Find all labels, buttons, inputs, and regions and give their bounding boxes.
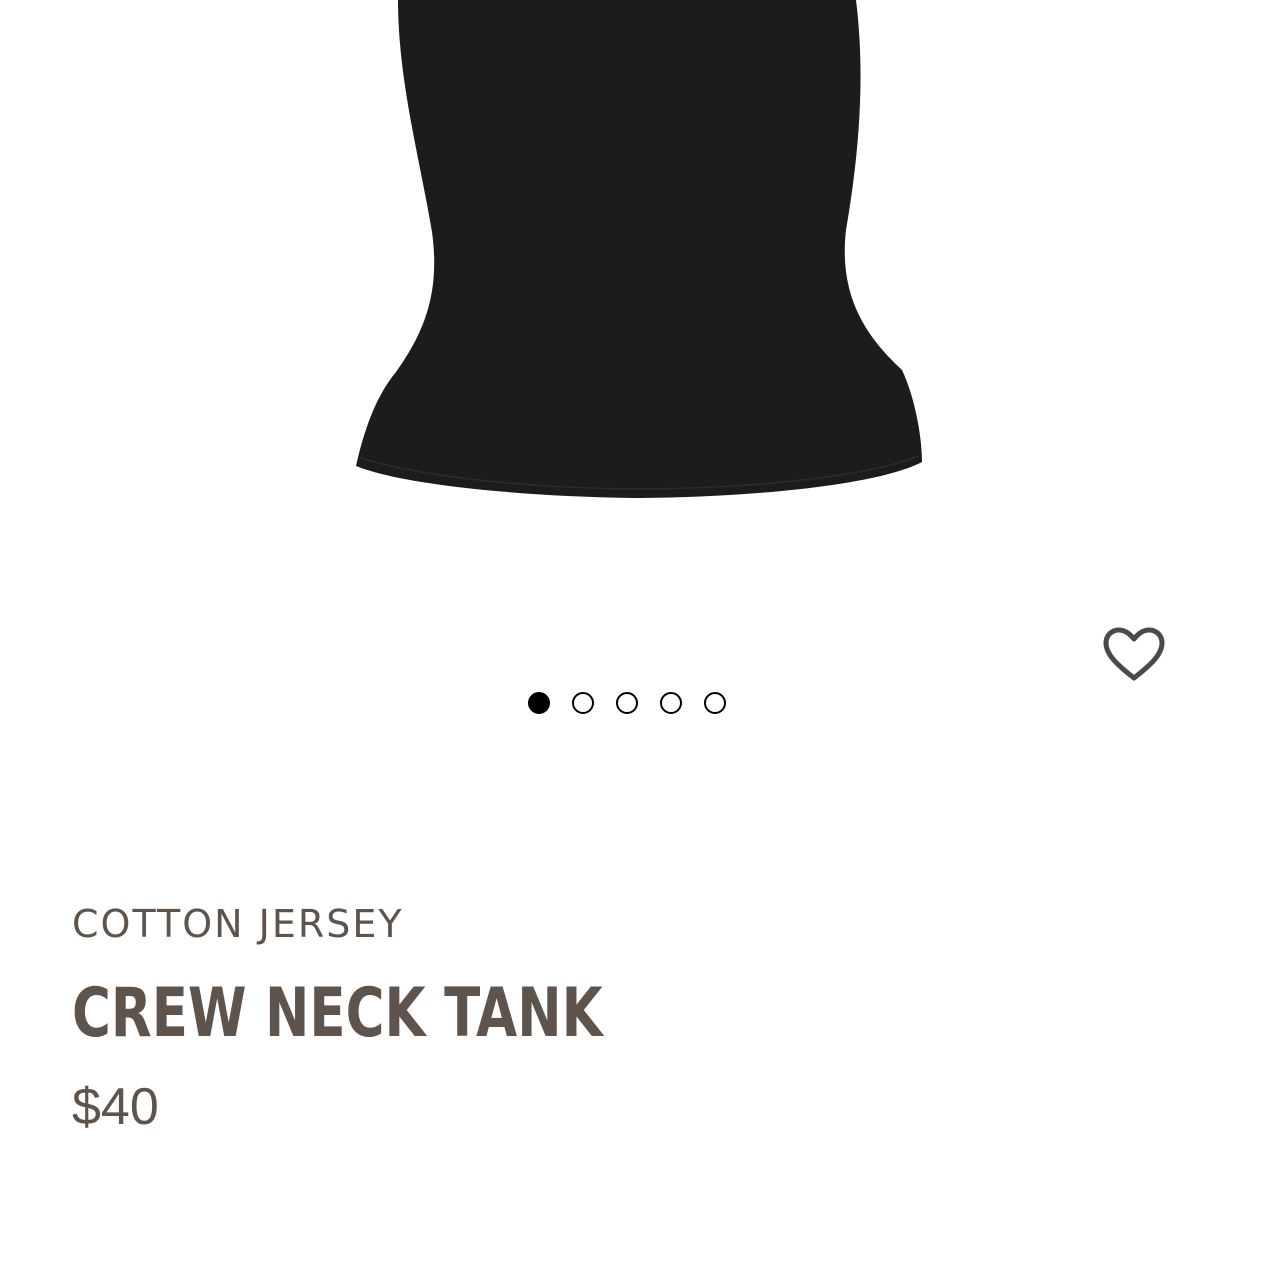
carousel-dot-3[interactable]: [616, 692, 638, 714]
favorite-button[interactable]: [1098, 622, 1170, 688]
product-image[interactable]: [0, 0, 1280, 760]
product-info: COTTON JERSEY CREW NECK TANK $40: [72, 896, 1172, 1142]
product-collection: COTTON JERSEY: [72, 902, 404, 946]
carousel-dot-1[interactable]: [528, 692, 550, 714]
tank-top-body: [356, 0, 922, 498]
carousel-dot-5[interactable]: [704, 692, 726, 714]
carousel-dot-4[interactable]: [660, 692, 682, 714]
product-page: COTTON JERSEY CREW NECK TANK $40: [0, 0, 1280, 1280]
product-price: $40: [72, 1078, 159, 1136]
tank-top-illustration: [356, 0, 922, 498]
carousel-dot-2[interactable]: [572, 692, 594, 714]
image-carousel-indicator: [528, 688, 726, 718]
heart-outline-icon: [1103, 627, 1165, 681]
product-title: CREW NECK TANK: [72, 974, 603, 1053]
